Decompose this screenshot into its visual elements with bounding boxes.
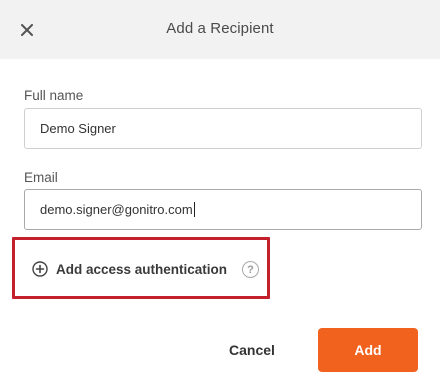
dialog-title: Add a Recipient bbox=[166, 20, 274, 37]
add-access-authentication-button[interactable]: Add access authentication bbox=[32, 259, 227, 279]
email-value: demo.signer@gonitro.com bbox=[40, 202, 193, 217]
dialog-header: Add a Recipient bbox=[0, 0, 440, 59]
add-button[interactable]: Add bbox=[318, 328, 418, 372]
full-name-value: Demo Signer bbox=[40, 121, 116, 136]
cancel-button[interactable]: Cancel bbox=[210, 330, 294, 370]
plus-circle-icon bbox=[32, 261, 48, 277]
add-access-authentication-label: Add access authentication bbox=[56, 261, 228, 277]
text-caret bbox=[193, 202, 195, 217]
add-recipient-dialog: Add a Recipient Full name Demo Signer Em… bbox=[0, 0, 440, 383]
email-label: Email bbox=[24, 170, 58, 185]
full-name-label: Full name bbox=[24, 88, 84, 103]
help-icon[interactable]: ? bbox=[242, 261, 259, 278]
full-name-input[interactable]: Demo Signer bbox=[24, 108, 422, 149]
email-input[interactable]: demo.signer@gonitro.com bbox=[24, 189, 422, 230]
